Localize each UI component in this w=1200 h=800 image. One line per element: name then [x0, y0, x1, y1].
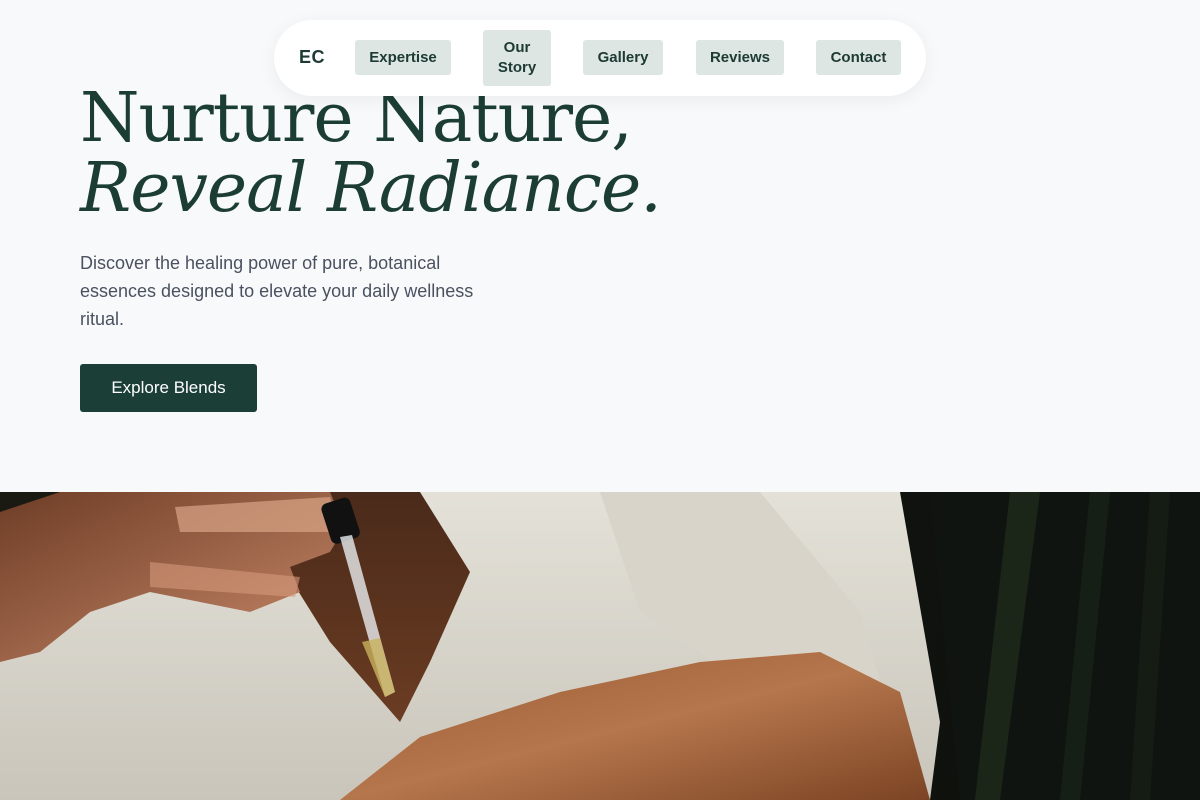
hero-subtitle: Discover the healing power of pure, bota… — [80, 253, 474, 329]
nav-item-our-story[interactable]: Our Story — [483, 30, 551, 86]
nav-item-expertise[interactable]: Expertise — [355, 40, 451, 75]
hero-photo — [0, 492, 1200, 800]
person-applying-dropper-oil-image — [0, 492, 1200, 800]
brand-logo[interactable]: EC — [299, 47, 325, 68]
explore-blends-button[interactable]: Explore Blends — [80, 364, 257, 412]
main-navigation: EC Expertise Our Story Gallery Reviews C… — [274, 20, 926, 96]
hero-headline: Nurture Nature, Reveal Radiance. — [80, 84, 662, 228]
nav-item-contact[interactable]: Contact — [816, 40, 901, 75]
hero-headline-line2: Reveal Radiance. — [80, 149, 662, 228]
nav-item-reviews[interactable]: Reviews — [696, 40, 784, 75]
nav-item-gallery[interactable]: Gallery — [583, 40, 663, 75]
